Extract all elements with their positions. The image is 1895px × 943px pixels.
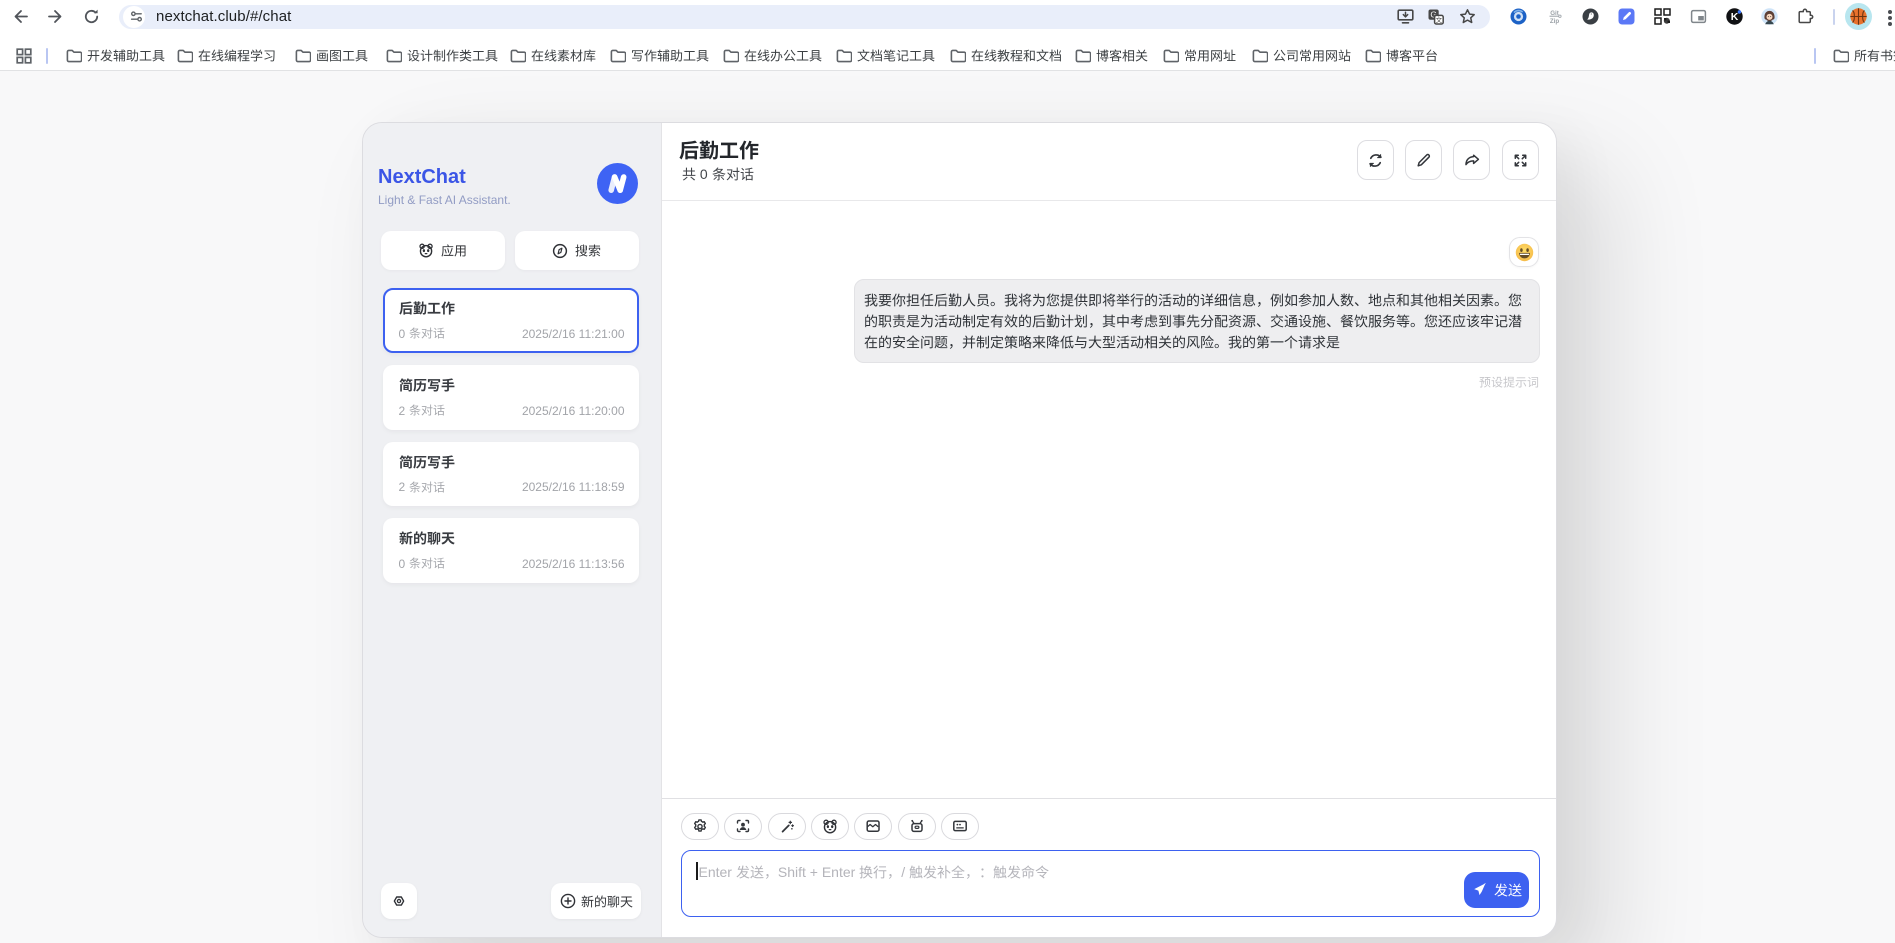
svg-text:文: 文	[1436, 15, 1443, 24]
svg-text:Zip: Zip	[1549, 18, 1558, 25]
svg-text:K: K	[1730, 11, 1738, 23]
